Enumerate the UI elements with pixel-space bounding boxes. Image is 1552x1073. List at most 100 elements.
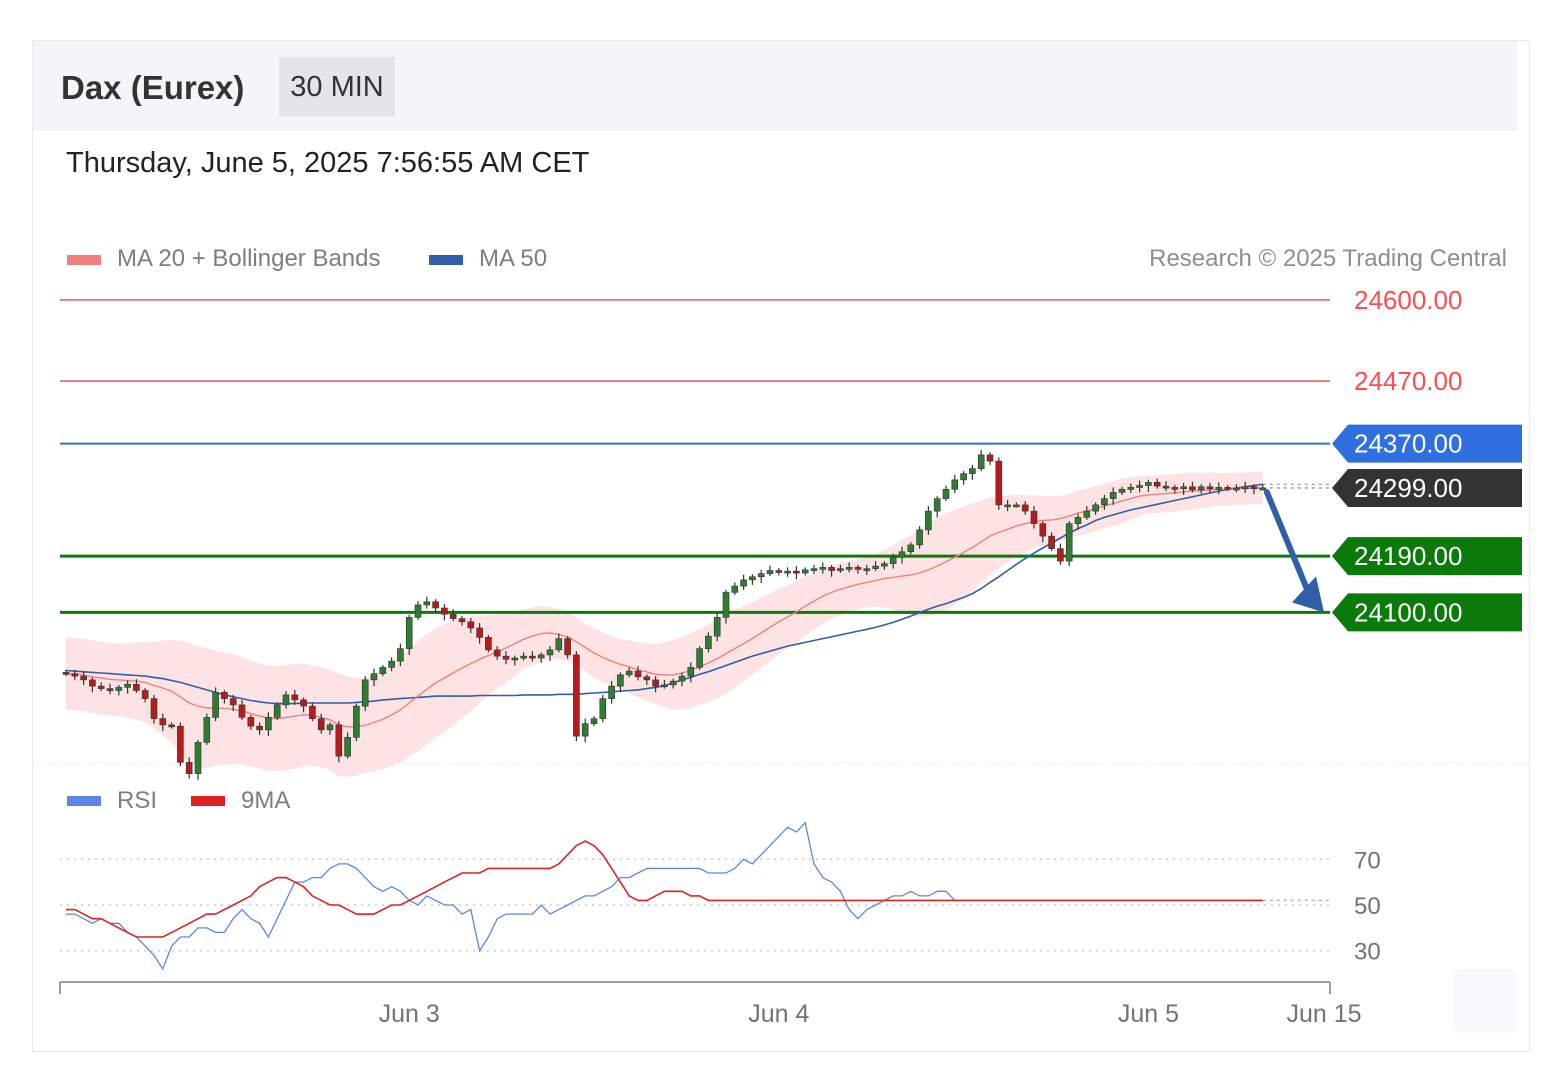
- candle-body: [467, 621, 475, 629]
- candle-body: [617, 674, 624, 687]
- candle-body: [925, 510, 932, 531]
- rsi-tick-label-30: 30: [1354, 939, 1381, 966]
- candle-body: [309, 705, 316, 719]
- candle-body: [898, 551, 906, 558]
- candle: [423, 596, 431, 609]
- candle: [740, 574, 747, 590]
- rsi-9ma-line: [66, 840, 1263, 938]
- candle-body: [1250, 486, 1258, 490]
- candle-body: [766, 570, 774, 574]
- candle-body: [810, 568, 818, 571]
- candle-body: [722, 592, 730, 618]
- candle: [801, 567, 809, 576]
- candle: [969, 464, 976, 480]
- candle-body: [282, 694, 290, 706]
- candle: [933, 496, 941, 518]
- rsi-tick-label-70: 70: [1354, 847, 1381, 874]
- candle-body: [159, 718, 167, 726]
- candle-body: [1153, 482, 1161, 487]
- forecast-arrow: [1263, 489, 1313, 600]
- candle-body: [256, 725, 263, 731]
- candle-body: [397, 648, 404, 662]
- candle-body: [793, 570, 800, 574]
- candle-body: [388, 660, 395, 668]
- candle-body: [661, 684, 668, 688]
- x-tick-label: Jun 3: [379, 1000, 440, 1028]
- candle: [951, 474, 959, 493]
- candle-body: [80, 675, 87, 681]
- candle-body: [1127, 487, 1135, 490]
- candle-body: [229, 698, 237, 706]
- candle: [573, 651, 580, 742]
- candle: [581, 718, 589, 743]
- candle: [441, 604, 448, 621]
- candle-body: [652, 679, 659, 687]
- candle: [977, 449, 985, 472]
- candle: [485, 634, 492, 653]
- candle-body: [713, 617, 721, 637]
- candle-body: [837, 568, 844, 571]
- candle: [203, 713, 211, 745]
- candle: [749, 574, 756, 585]
- candle-body: [133, 683, 140, 691]
- x-tick-label: Jun 4: [748, 1000, 809, 1028]
- candle-body: [1180, 486, 1187, 490]
- candle-body: [960, 473, 967, 481]
- candle-body: [247, 717, 255, 727]
- candle-body: [291, 694, 299, 701]
- candle-body: [1215, 487, 1223, 490]
- candle-body: [1145, 482, 1152, 486]
- support-label-4: 24190.00: [1354, 541, 1462, 571]
- candle-body: [1030, 510, 1038, 524]
- candle-body: [493, 649, 501, 657]
- candle: [775, 568, 783, 576]
- candle-body: [1021, 504, 1029, 512]
- candle-body: [1241, 486, 1249, 490]
- candle: [273, 702, 281, 720]
- candle-body: [97, 685, 105, 689]
- resistance-label-1: 24470.00: [1354, 366, 1462, 396]
- candle: [194, 739, 202, 780]
- candle-body: [573, 654, 580, 737]
- candle: [599, 694, 607, 723]
- candle-body: [335, 724, 343, 757]
- candle: [335, 721, 343, 763]
- candle-body: [599, 698, 607, 719]
- candle: [1065, 521, 1073, 567]
- candle-body: [705, 635, 712, 649]
- candle-body: [872, 565, 879, 569]
- candle-body: [1197, 486, 1205, 491]
- candle-body: [643, 676, 651, 681]
- candle-body: [273, 704, 281, 718]
- candle-body: [1074, 517, 1082, 524]
- candle-body: [687, 667, 695, 677]
- candle-body: [863, 568, 871, 571]
- candle-body: [62, 672, 70, 675]
- candle-body: [625, 670, 633, 676]
- candle-body: [238, 704, 246, 718]
- candle-body: [608, 685, 615, 699]
- candle-body: [590, 718, 598, 724]
- pivot-label-2: 24370.00: [1354, 429, 1462, 459]
- candle-body: [370, 673, 378, 681]
- rsi-line: [66, 821, 1263, 971]
- candle-body: [150, 698, 158, 719]
- rsi-tick-label-50: 50: [1354, 893, 1381, 920]
- candle-body: [1065, 523, 1073, 562]
- candle-body: [511, 657, 519, 661]
- candle-body: [1224, 487, 1231, 490]
- support-label-5: 24100.00: [1354, 597, 1462, 627]
- candle: [942, 485, 950, 502]
- candle-body: [1189, 486, 1196, 491]
- candle: [1057, 543, 1064, 565]
- candle-body: [731, 585, 739, 593]
- candle-body: [177, 725, 184, 763]
- candle-body: [555, 638, 563, 651]
- candle-body: [634, 670, 642, 678]
- x-tick-label: Jun 15: [1286, 1000, 1361, 1028]
- candle-body: [458, 618, 466, 623]
- candle-body: [881, 563, 888, 567]
- candle-body: [344, 737, 351, 757]
- candle-body: [1048, 535, 1055, 549]
- candle-body: [1171, 487, 1179, 490]
